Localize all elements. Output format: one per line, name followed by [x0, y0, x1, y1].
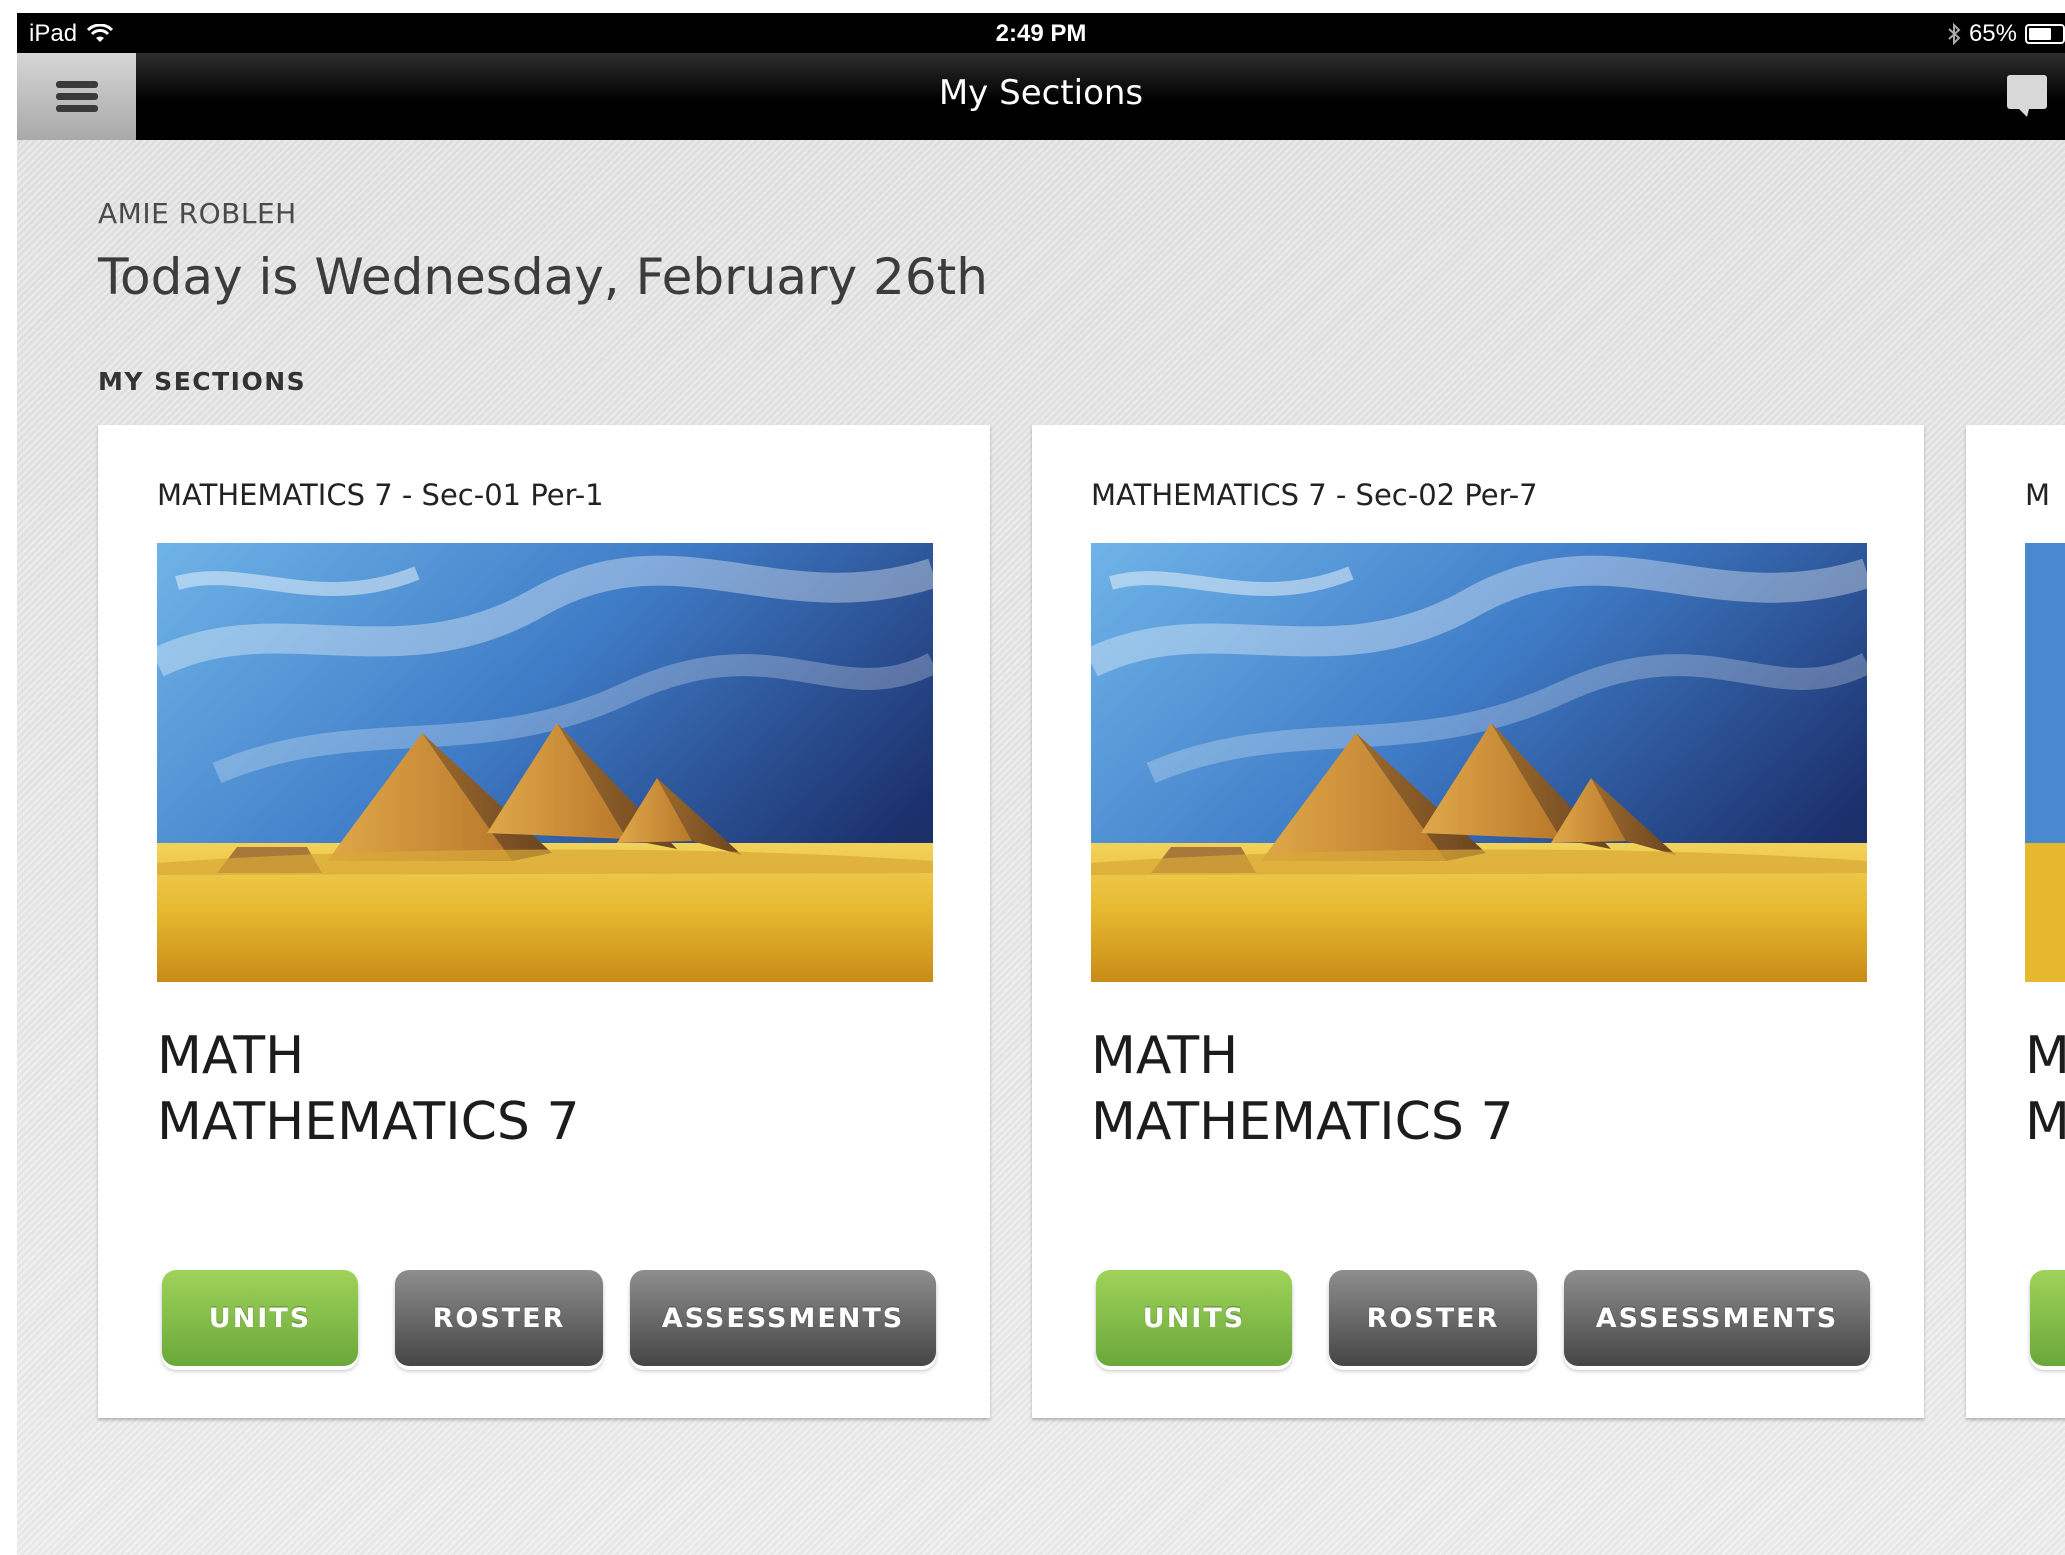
status-bar: iPad 2:49 PM 65% [17, 13, 2065, 53]
pyramids-image[interactable] [1091, 543, 1867, 982]
status-time: 2:49 PM [995, 20, 1087, 47]
navigation-bar: My Sections [17, 53, 2065, 140]
battery-icon [2025, 24, 2065, 44]
status-right: 65% [1947, 20, 2065, 48]
section-title: MATH MATHEMATICS 7 [157, 1023, 580, 1155]
section-title: MATH MATHEMATICS 7 [1091, 1023, 1514, 1155]
battery-percent: 65% [1968, 20, 2017, 47]
pyramids-image[interactable] [2025, 543, 2065, 982]
main-content: AMIE ROBLEH Today is Wednesday, February… [17, 140, 2065, 1555]
section-subtitle: MATHEMATICS 7 - Sec-02 Per-7 [1091, 478, 1538, 512]
assessments-button[interactable]: ASSESSMENTS [630, 1270, 936, 1366]
section-card: MATHEMATICS 7 - Sec-02 Per-7 MATH MATHEM… [1032, 425, 1924, 1418]
sections-label: MY SECTIONS [98, 367, 307, 396]
roster-button[interactable]: ROSTER [395, 1270, 603, 1366]
section-title-line2: MATHEMATICS 7 [157, 1092, 580, 1152]
section-card: MATHEMATICS 7 - Sec-01 Per-1 MATH MATHEM… [98, 425, 990, 1418]
section-title-line1: M [2025, 1026, 2065, 1086]
section-subtitle: MATHEMATICS 7 - Sec-01 Per-1 [157, 478, 604, 512]
section-card: M M M [1966, 425, 2065, 1418]
section-title-line1: MATH [1091, 1026, 1239, 1086]
assessments-button[interactable]: ASSESSMENTS [1564, 1270, 1870, 1366]
section-subtitle: M [2025, 478, 2051, 512]
units-button[interactable]: UNITS [1096, 1270, 1292, 1366]
chat-bubble-icon [2007, 75, 2047, 117]
section-title-line1: MATH [157, 1026, 305, 1086]
today-heading: Today is Wednesday, February 26th [98, 248, 988, 306]
roster-button[interactable]: ROSTER [1329, 1270, 1537, 1366]
units-button[interactable]: UNITS [162, 1270, 358, 1366]
section-title-line2: MATHEMATICS 7 [1091, 1092, 1514, 1152]
bluetooth-icon [1947, 23, 1961, 45]
section-title-line2: M [2025, 1092, 2065, 1152]
ipad-screen: iPad 2:49 PM 65% My Sections AMIE ROBLEH… [17, 13, 2065, 1555]
page-title: My Sections [938, 73, 1144, 113]
teacher-name: AMIE ROBLEH [98, 197, 297, 230]
pyramids-image[interactable] [157, 543, 933, 982]
section-title: M M [2025, 1023, 2065, 1155]
units-button[interactable] [2030, 1270, 2065, 1366]
chat-button[interactable] [2005, 73, 2065, 123]
